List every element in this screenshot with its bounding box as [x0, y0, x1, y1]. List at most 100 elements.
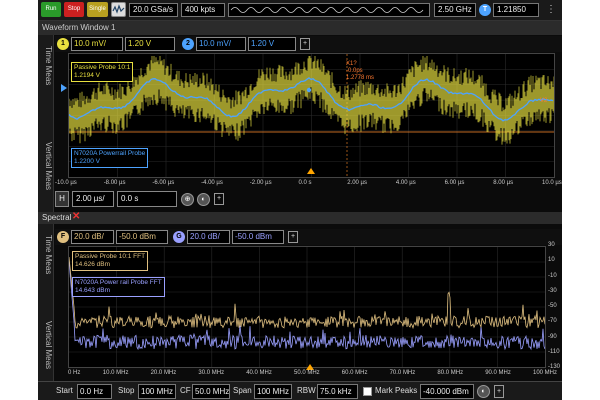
y-tick-label: -50	[548, 303, 557, 309]
probe2-name: N7020A Powerrail Probe	[74, 150, 146, 157]
peak-threshold-field[interactable]: -40.000 dBm	[420, 384, 474, 399]
horizontal-position-field[interactable]: 0.0 s	[117, 191, 177, 207]
fft-g-scale-field[interactable]: 20.0 dB/	[187, 230, 230, 244]
x-tick-label: 90.0 MHz	[485, 370, 511, 376]
run-button[interactable]: Run	[41, 2, 61, 17]
v2-marker-label: V2	[540, 98, 548, 104]
overview-trace	[230, 7, 424, 13]
x-tick-label: -8.00 µs	[103, 180, 126, 186]
fft-add-icon[interactable]: +	[494, 385, 504, 398]
cursor-label-3: 1.2778 ms	[346, 75, 375, 81]
threshold-knob-icon[interactable]: ◐	[477, 385, 490, 398]
channel-settings-row: 1 10.0 mV/ 1.20 V 2 10.0 mV/ 1.20 V +	[55, 36, 562, 52]
waveform-plot[interactable]: Passive Probe 10:1 1.2194 V N7020A Power…	[68, 53, 555, 178]
zoom-icon[interactable]: ⊕	[181, 193, 194, 206]
waveform-icon	[112, 4, 125, 14]
add-channel-icon[interactable]: +	[300, 38, 310, 50]
stop-frequency-field[interactable]: 100 MHz	[138, 384, 176, 399]
fft1-label: Passive Probe 10:1 FFT 14.626 dBm	[72, 251, 149, 271]
spectrum-plot[interactable]: Passive Probe 10:1 FFT 14.626 dBm N7020A…	[68, 246, 546, 368]
ground-marker-icon[interactable]	[61, 84, 67, 92]
auto-scale-button[interactable]	[111, 2, 126, 17]
fft-f-icon[interactable]: F	[57, 231, 69, 243]
channel-2-icon[interactable]: 2	[182, 38, 194, 50]
waveform-overview[interactable]	[228, 3, 430, 17]
y-tick-label: -110	[548, 348, 560, 355]
bandwidth-field[interactable]: 2.50 GHz	[434, 3, 476, 17]
mark-peaks-label: Mark Peaks	[375, 386, 418, 395]
acquisition-toolbar: Run Stop Single 20.0 GSa/s 400 kpts 2.50…	[38, 0, 562, 21]
fft2-label: N7020A Power rail Probe FFT 14.643 dBm	[72, 277, 165, 297]
x-tick-label: 0.0 s	[298, 180, 312, 186]
fft1-value: 14.626 dBm	[75, 261, 111, 268]
probe1-name: Passive Probe 10:1	[74, 64, 131, 71]
fft-g-ref-field[interactable]: -50.0 dBm	[232, 230, 284, 244]
x-tick-label: 4.00 µs	[395, 180, 416, 186]
mark-peaks-checkbox[interactable]	[363, 387, 372, 396]
ch2-scale-field[interactable]: 10.0 mV/	[196, 37, 246, 51]
ch2-offset-field[interactable]: 1.20 V	[248, 37, 296, 51]
rbw-field[interactable]: 75.0 kHz	[317, 384, 358, 399]
memory-depth-field[interactable]: 400 kpts	[181, 3, 225, 17]
y-tick-label: -90	[548, 333, 557, 340]
start-label: Start	[56, 386, 73, 395]
fft2-value: 14.643 dBm	[75, 287, 111, 294]
cursor-marker	[306, 87, 312, 93]
waveform-side-tabs: Time Meas Vertical Meas	[38, 35, 54, 213]
tab-time-meas[interactable]: Time Meas	[39, 41, 53, 91]
y-tick-label: -30	[548, 287, 557, 294]
timebase-field[interactable]: 2.00 µs/	[72, 191, 114, 207]
x-tick-label: -4.00 µs	[201, 180, 223, 186]
add-fft-icon[interactable]: +	[288, 231, 298, 243]
probe1-value: 1.2194 V	[74, 72, 101, 79]
horizontal-knob-icon[interactable]: ◐	[197, 193, 210, 206]
cursor-label-2: -0.0ps	[346, 68, 363, 74]
x-tick-label: 60.0 MHz	[341, 370, 368, 376]
horizontal-icon[interactable]: H	[55, 191, 69, 207]
sample-rate-field[interactable]: 20.0 GSa/s	[129, 3, 178, 17]
fft-g-icon[interactable]: G	[173, 231, 185, 243]
spectral-tab-time-meas[interactable]: Time Meas	[39, 230, 53, 280]
x-tick-label: 70.0 MHz	[389, 370, 416, 376]
stop-label: Stop	[118, 386, 135, 395]
menu-icon[interactable]: ⋮	[546, 3, 556, 17]
rbw-label: RBW	[297, 386, 316, 395]
span-field[interactable]: 100 MHz	[254, 384, 292, 399]
start-frequency-field[interactable]: 0.0 Hz	[77, 384, 112, 399]
waveform-window-title: Waveform Window 1	[38, 21, 562, 35]
horizontal-add-icon[interactable]: +	[214, 193, 224, 205]
probe1-label: Passive Probe 10:1 1.2194 V	[71, 62, 134, 82]
spectral-side-tabs: Time Meas Vertical Meas	[38, 224, 54, 381]
spectral-window-title: Spectral	[42, 213, 72, 222]
trigger-level-field[interactable]: 1.21850	[493, 3, 539, 17]
tab-vertical-meas[interactable]: Vertical Meas	[39, 133, 53, 199]
oscilloscope-screen: Run Stop Single 20.0 GSa/s 400 kpts 2.50…	[38, 0, 562, 400]
fft-f-scale-field[interactable]: 20.0 dB/	[71, 230, 114, 244]
span-label: Span	[233, 386, 252, 395]
channel-1-icon[interactable]: 1	[57, 38, 69, 50]
x-tick-label: -2.00 µs	[249, 180, 272, 186]
x-tick-label: 6.00 µs	[444, 180, 465, 186]
ch1-scale-field[interactable]: 10.0 mV/	[71, 37, 123, 51]
x-tick-label: -6.00 µs	[152, 180, 175, 186]
fft1-name: Passive Probe 10:1 FFT	[75, 253, 146, 260]
trigger-source-icon[interactable]: T	[479, 4, 491, 16]
x-tick-label: 8.00 µs	[493, 180, 514, 186]
x-tick-label: 40.0 MHz	[246, 370, 272, 376]
x-tick-label: 2.00 µs	[347, 180, 367, 186]
x-tick-label: 0 Hz	[68, 370, 81, 376]
x-tick-label: 80.0 MHz	[437, 370, 464, 376]
spectral-tab-vertical-meas[interactable]: Vertical Meas	[39, 312, 53, 378]
cursor-readout: X1? -0.0ps 1.2778 ms	[344, 60, 376, 83]
single-button[interactable]: Single	[87, 2, 108, 17]
stop-button[interactable]: Stop	[64, 2, 84, 17]
x-tick-label: 100 MHz	[533, 370, 558, 376]
cursor-label-1: X1?	[346, 61, 357, 67]
fft-f-ref-field[interactable]: -50.0 dBm	[116, 230, 168, 244]
center-frequency-field[interactable]: 50.0 MHz	[192, 384, 230, 399]
y-tick-label: -10	[548, 272, 557, 279]
ch1-offset-field[interactable]: 1.20 V	[125, 37, 175, 51]
trigger-point-icon[interactable]	[307, 168, 315, 174]
close-icon[interactable]: ✕	[72, 211, 80, 222]
x-tick-label: 20.0 MHz	[150, 370, 177, 376]
